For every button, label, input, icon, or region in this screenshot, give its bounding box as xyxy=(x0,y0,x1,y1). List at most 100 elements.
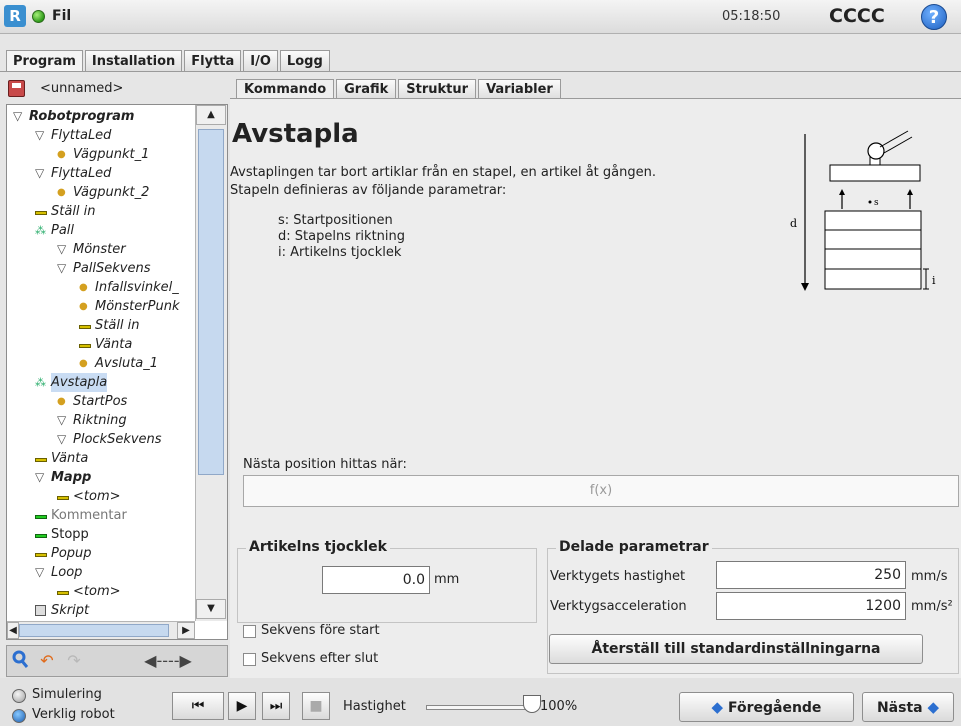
scroll-up-icon[interactable]: ▲ xyxy=(196,105,226,125)
tab-grafik[interactable]: Grafik xyxy=(336,79,397,99)
tree-node[interactable]: ⁂ Avstapla xyxy=(7,373,195,392)
tree-node[interactable]: ▽ FlyttaLed xyxy=(7,126,195,145)
tree-node[interactable]: ▽ Riktning xyxy=(7,411,195,430)
speed-slider-handle[interactable] xyxy=(523,695,541,713)
move-node-icon[interactable]: ◀----▶ xyxy=(133,649,203,673)
command-tabs: Kommando Grafik Struktur Variabler xyxy=(236,79,563,99)
previous-button-label: Föregående xyxy=(727,700,822,716)
robot-status-icon xyxy=(32,10,45,23)
script-icon xyxy=(35,605,46,616)
tree-node-label: PallSekvens xyxy=(73,261,151,276)
tree-node[interactable]: Vänta xyxy=(7,449,195,468)
tree-node[interactable]: ▽ PallSekvens xyxy=(7,259,195,278)
waypoint-icon: ● xyxy=(79,358,88,369)
triangle-down-icon: ▽ xyxy=(57,261,67,275)
tree-node[interactable]: ▽ Loop xyxy=(7,563,195,582)
page-title: Avstapla xyxy=(232,119,359,149)
undo-icon[interactable]: ↶ xyxy=(35,649,59,673)
tree-node[interactable]: Ställ in xyxy=(7,202,195,221)
tree-node-label: <tom> xyxy=(73,489,121,504)
tab-flytta[interactable]: Flytta xyxy=(184,50,242,72)
tree-horizontal-scrollbar[interactable]: ◀ ▶ xyxy=(7,621,195,639)
search-icon[interactable] xyxy=(11,649,31,673)
save-icon[interactable] xyxy=(8,80,25,97)
tree-node[interactable]: ● Infallsvinkel_ xyxy=(7,278,195,297)
tree-node[interactable]: Vänta xyxy=(7,335,195,354)
tree-node[interactable]: ● Vägpunkt_2 xyxy=(7,183,195,202)
tree-node-label: Vägpunkt_1 xyxy=(73,147,150,162)
tab-io[interactable]: I/O xyxy=(243,50,278,72)
tool-accel-input[interactable]: 1200 xyxy=(716,592,906,620)
tree-node[interactable]: ▽ FlyttaLed xyxy=(7,164,195,183)
tree-scroll-thumb[interactable] xyxy=(198,129,224,475)
program-filename: <unnamed> xyxy=(40,81,124,96)
sequence-before-start-label: Sekvens före start xyxy=(261,623,380,638)
tool-accel-label: Verktygsacceleration xyxy=(550,599,687,614)
tree-node[interactable]: <tom> xyxy=(7,487,195,506)
file-menu[interactable]: Fil xyxy=(52,8,71,24)
speed-slider[interactable] xyxy=(426,705,536,710)
thickness-input[interactable]: 0.0 xyxy=(322,566,430,594)
help-icon[interactable]: ? xyxy=(921,4,947,30)
tab-variabler[interactable]: Variabler xyxy=(478,79,561,99)
tree-node[interactable]: Kommentar xyxy=(7,506,195,525)
expression-input[interactable]: f(x) xyxy=(243,475,959,507)
program-tree-list: ▽ Robotprogram ▽ FlyttaLed ● Vägpunkt_1 ▽ Flytt… xyxy=(7,107,195,620)
footer-bar: Simulering Verklig robot ⏮ ▶ ⏭ ■ Hastigh… xyxy=(0,678,961,726)
tab-kommando[interactable]: Kommando xyxy=(236,79,335,99)
scroll-down-icon[interactable]: ▼ xyxy=(196,599,226,619)
thickness-group-title: Artikelns tjocklek xyxy=(246,539,390,555)
tree-node[interactable]: Skript xyxy=(7,601,195,620)
tab-installation[interactable]: Installation xyxy=(84,50,183,72)
tree-node[interactable]: ⁂ Pall xyxy=(7,221,195,240)
top-bar: R Fil 05:18:50 CCCC ? xyxy=(0,0,961,34)
scroll-left-icon[interactable]: ◀ xyxy=(7,622,19,639)
reset-defaults-button[interactable]: Återställ till standardinställningarna xyxy=(549,634,923,664)
sequence-before-start-checkbox[interactable] xyxy=(243,625,256,638)
main-tabs: Program Installation Flytta I/O Logg xyxy=(6,50,332,72)
tree-node[interactable]: ▽ Robotprogram xyxy=(7,107,195,126)
sequence-after-end-checkbox[interactable] xyxy=(243,653,256,666)
tree-node[interactable]: Ställ in xyxy=(7,316,195,335)
tool-speed-unit: mm/s xyxy=(911,569,948,584)
param-d: d: Stapelns riktning xyxy=(278,229,406,244)
tab-program[interactable]: Program xyxy=(6,50,83,72)
next-button[interactable]: Nästa ◆ xyxy=(862,692,954,722)
tree-node[interactable]: ▽ Mapp xyxy=(7,468,195,487)
tree-node[interactable]: ● StartPos xyxy=(7,392,195,411)
tree-node[interactable]: ● Avsluta_1 xyxy=(7,354,195,373)
thickness-group: Artikelns tjocklek 0.0 mm xyxy=(237,539,537,623)
parameter-list: s: Startpositionen d: Stapelns riktning … xyxy=(278,213,405,261)
tool-speed-input[interactable]: 250 xyxy=(716,561,906,589)
triangle-down-icon: ▽ xyxy=(35,565,45,579)
command-icon xyxy=(35,449,47,468)
tree-node[interactable]: ▽ PlockSekvens xyxy=(7,430,195,449)
sequence-after-end-label: Sekvens efter slut xyxy=(261,651,379,666)
skip-back-icon[interactable]: ⏮ xyxy=(172,692,224,720)
tree-vertical-scrollbar[interactable]: ▲ ▼ xyxy=(195,105,227,621)
tree-node[interactable]: <tom> xyxy=(7,582,195,601)
tree-node[interactable]: Stopp xyxy=(7,525,195,544)
tree-node[interactable]: ▽ Mönster xyxy=(7,240,195,259)
tree-node[interactable]: Popup xyxy=(7,544,195,563)
diagram-label-s: s xyxy=(874,198,879,208)
play-icon[interactable]: ▶ xyxy=(228,692,256,720)
pallet-icon: ⁂ xyxy=(35,376,46,389)
step-icon[interactable]: ⏭ xyxy=(262,692,290,720)
robot-name: CCCC xyxy=(829,5,885,27)
previous-button[interactable]: ◆ Föregående xyxy=(679,692,854,722)
tab-struktur[interactable]: Struktur xyxy=(398,79,477,99)
tree-hscroll-thumb[interactable] xyxy=(19,624,169,637)
tree-node[interactable]: ● MönsterPunk xyxy=(7,297,195,316)
tabs-divider xyxy=(0,71,961,72)
simulation-radio[interactable] xyxy=(12,689,26,703)
tree-node[interactable]: ● Vägpunkt_1 xyxy=(7,145,195,164)
tree-node-label: Vänta xyxy=(51,451,89,466)
tab-logg[interactable]: Logg xyxy=(279,50,330,72)
simulation-label: Simulering xyxy=(32,687,102,702)
redo-icon[interactable]: ↷ xyxy=(62,649,86,673)
stop-icon[interactable]: ■ xyxy=(302,692,330,720)
scroll-right-icon[interactable]: ▶ xyxy=(177,622,195,639)
real-robot-radio[interactable] xyxy=(12,709,26,723)
tree-node-label: Mapp xyxy=(51,470,92,485)
